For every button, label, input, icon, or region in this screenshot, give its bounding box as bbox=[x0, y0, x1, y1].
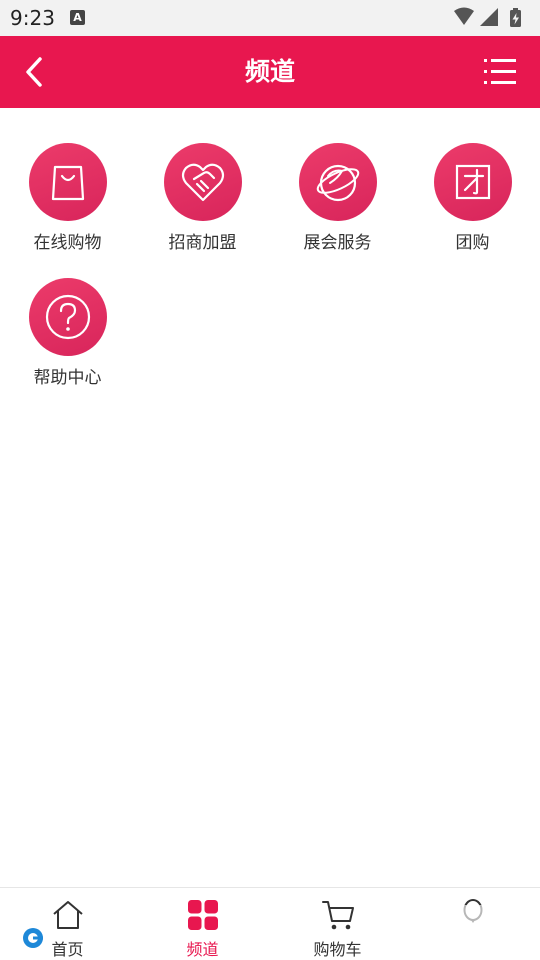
signal-icon bbox=[480, 8, 498, 26]
tab-cart[interactable]: 购物车 bbox=[270, 888, 405, 960]
back-button[interactable] bbox=[18, 50, 62, 94]
group-buy-icon bbox=[455, 164, 491, 200]
channel-item-online-shopping[interactable]: 在线购物 bbox=[0, 140, 135, 260]
status-time: 9:23 bbox=[10, 6, 55, 30]
app-header: 频道 bbox=[0, 36, 540, 108]
page-title: 频道 bbox=[244, 57, 295, 86]
channel-label: 在线购物 bbox=[33, 233, 102, 253]
chevron-left-icon bbox=[26, 57, 42, 87]
status-icons bbox=[454, 7, 521, 27]
list-menu-icon bbox=[484, 59, 516, 84]
channel-icon-circle bbox=[299, 143, 377, 221]
menu-button[interactable] bbox=[482, 54, 518, 90]
channel-label: 展会服务 bbox=[303, 233, 372, 253]
channel-label: 团购 bbox=[455, 233, 490, 253]
wifi-icon bbox=[454, 7, 474, 25]
tab-channels[interactable]: 频道 bbox=[135, 888, 270, 960]
tab-label: 频道 bbox=[186, 940, 219, 959]
watermark-blur bbox=[398, 905, 540, 960]
question-circle-icon bbox=[45, 294, 91, 340]
watermark-logo bbox=[23, 928, 43, 948]
channel-icon-circle bbox=[434, 143, 512, 221]
cart-icon bbox=[321, 901, 354, 930]
channel-label: 帮助中心 bbox=[33, 368, 102, 388]
status-bar: 9:23 A bbox=[0, 0, 540, 36]
grid-icon bbox=[187, 900, 218, 930]
channel-item-help-center[interactable]: 帮助中心 bbox=[0, 275, 135, 395]
channel-item-franchise[interactable]: 招商加盟 bbox=[135, 140, 270, 260]
a-icon: A bbox=[70, 10, 85, 25]
shopping-bag-icon bbox=[51, 165, 85, 201]
handshake-heart-icon bbox=[181, 163, 225, 202]
channel-icon-circle bbox=[29, 278, 107, 356]
channel-item-exhibition[interactable]: 展会服务 bbox=[270, 140, 405, 260]
channel-icon-circle bbox=[29, 143, 107, 221]
globe-orbit-icon bbox=[316, 164, 360, 202]
channel-item-group-buy[interactable]: 团购 bbox=[405, 140, 540, 260]
channel-label: 招商加盟 bbox=[168, 233, 237, 253]
channel-icon-circle bbox=[164, 143, 242, 221]
battery-charging-icon bbox=[510, 8, 521, 27]
tab-label: 购物车 bbox=[313, 940, 362, 959]
